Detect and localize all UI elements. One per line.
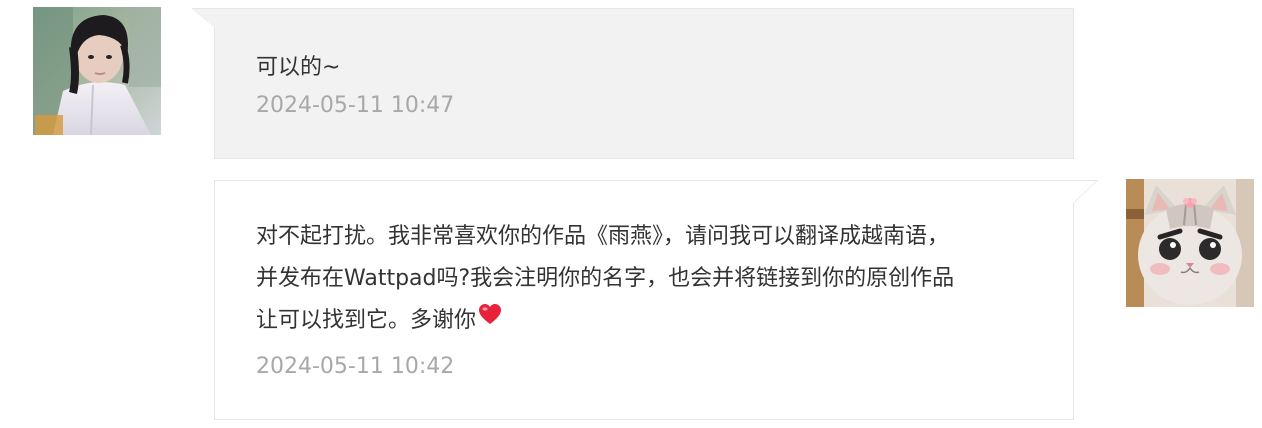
heart-icon (478, 298, 502, 340)
message-timestamp: 2024-05-11 10:47 (256, 93, 455, 118)
message-text: 可以的~ (256, 55, 341, 80)
cat-avatar[interactable] (1126, 179, 1254, 307)
message-line: 对不起打扰。我非常喜欢你的作品《雨燕》，请问我可以翻译成越南语， (256, 224, 950, 249)
message-text: 对不起打扰。我非常喜欢你的作品《雨燕》，请问我可以翻译成越南语， 并发布在Wat… (256, 216, 1056, 342)
message-line: 让可以找到它。多谢你 (256, 300, 1056, 342)
message-line: 并发布在Wattpad吗?我会注明你的名字，也会并将链接到你的原创作品 (256, 266, 955, 291)
message-timestamp: 2024-05-11 10:42 (256, 354, 455, 379)
message-bubble-sent: 对不起打扰。我非常喜欢你的作品《雨燕》，请问我可以翻译成越南语， 并发布在Wat… (214, 180, 1098, 420)
user-photo-avatar[interactable] (33, 7, 161, 135)
message-line-text: 让可以找到它。多谢你 (256, 308, 477, 333)
message-bubble-received: 可以的~ 2024-05-11 10:47 (191, 8, 1074, 159)
